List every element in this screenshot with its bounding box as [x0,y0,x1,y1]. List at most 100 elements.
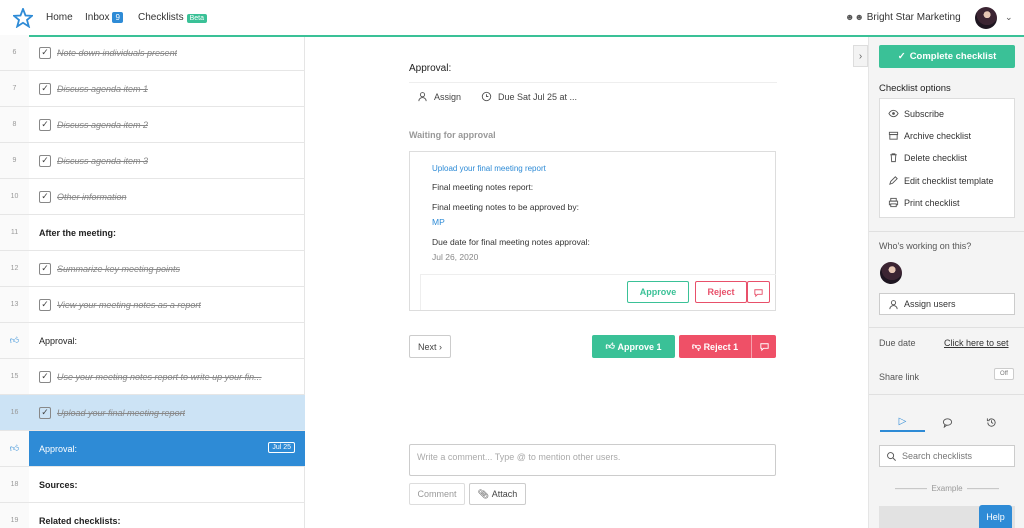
due-date-button[interactable]: Due Sat Jul 25 at ... [481,91,577,102]
task-row[interactable]: 9 ✓ Discuss agenda item 3 [0,143,305,179]
approval-field-label: Final meeting notes report: [432,182,534,192]
attach-button[interactable]: 📎︎ Attach [469,483,526,505]
assign-label: Assign [434,91,462,102]
nav-inbox-link[interactable]: Inbox 9 [85,12,123,23]
task-row[interactable]: 18 Sources: [0,467,305,503]
comment-button[interactable]: Comment [409,483,465,505]
checklist-sidebar: ✓ Complete checklist Checklist options Su… [868,37,1024,528]
divider [409,82,777,83]
task-number: 9 [0,143,29,178]
next-button[interactable]: Next › [409,335,451,358]
task-number: 11 [0,215,29,250]
task-row[interactable]: 15 ✓ Use your meeting notes report to wr… [0,359,305,395]
assignee-avatar[interactable] [880,262,902,284]
task-number: 12 [0,251,29,286]
chevron-right-icon: › [858,50,863,62]
edit-template-option[interactable]: Edit checklist template [888,175,994,186]
delete-option[interactable]: Delete checklist [888,152,967,163]
user-icon [888,299,899,310]
approve-button[interactable]: Approve [627,281,689,303]
approve-all-button[interactable]: 👍︎ Approve 1 [592,335,675,358]
task-row[interactable]: 11 After the meeting: [0,215,305,251]
checkmark-icon: ✓ [897,51,906,62]
task-checkbox[interactable]: ✓ [39,406,51,419]
task-checkbox[interactable]: ✓ [39,262,51,275]
search-checklists-input[interactable]: Search checklists [879,445,1015,467]
divider [420,274,776,275]
approval-date-value: Jul 26, 2020 [432,252,479,262]
reject-comment-button[interactable] [747,281,770,303]
task-row[interactable]: 13 ✓ View your meeting notes as a report [0,287,305,323]
reject-all-button[interactable]: 👎︎ Reject 1 [679,335,751,358]
task-label: Summarize key meeting points [57,263,181,274]
option-label: Print checklist [904,197,960,208]
task-label: Discuss agenda item 1 [57,83,149,94]
chevron-down-icon[interactable]: ⌄ [1005,12,1013,23]
option-label: Delete checklist [904,152,968,163]
task-row-approval[interactable]: 👍︎ Approval: [0,323,305,359]
reject-all-comment-button[interactable] [751,335,776,358]
task-checkbox[interactable]: ✓ [39,82,51,95]
option-label: Archive checklist [904,130,972,141]
comment-input[interactable]: Write a comment... Type @ to mention oth… [409,444,776,476]
complete-checklist-button[interactable]: ✓ Complete checklist [879,45,1015,68]
task-label: Note down individuals present [57,47,178,58]
task-checkbox[interactable]: ✓ [39,370,51,383]
task-row[interactable]: 8 ✓ Discuss agenda item 2 [0,107,305,143]
task-row[interactable]: 19 Related checklists: [0,503,305,528]
task-detail: Approval: Assign Due Sat Jul 25 at ... W… [305,37,868,528]
task-row-approval-active[interactable]: 👍︎ Approval: Jul 25 [0,431,305,467]
process-street-logo-icon[interactable] [11,6,35,29]
due-date-label: Due date [879,338,916,348]
tab-history[interactable] [969,412,1014,432]
set-due-date-link[interactable]: Click here to set [944,338,1009,348]
assign-users-button[interactable]: Assign users [879,293,1015,315]
task-label: View your meeting notes as a report [57,299,201,310]
subscribe-option[interactable]: Subscribe [888,108,944,119]
archive-option[interactable]: Archive checklist [888,130,971,141]
task-number: 18 [0,467,29,502]
working-on-heading: Who's working on this? [879,241,972,251]
user-avatar[interactable] [975,7,997,29]
task-number: 7 [0,71,29,106]
task-label: Upload your final meeting report [57,407,186,418]
tab-comments[interactable] [925,412,970,432]
trash-icon [888,152,899,163]
assign-button[interactable]: Assign [417,91,461,102]
task-checkbox[interactable]: ✓ [39,154,51,167]
tab-activity[interactable]: ▷ [880,412,925,432]
divider [869,231,1024,232]
help-button[interactable]: Help [979,505,1012,528]
top-navigation: Home Inbox 9 Checklists Beta ☻☻ Bright Sta… [0,0,1024,37]
print-option[interactable]: Print checklist [888,197,960,208]
task-label: Use your meeting notes report to write u… [57,371,262,382]
collapse-sidebar-button[interactable]: › [853,45,868,67]
nav-checklists-link[interactable]: Checklists Beta [138,12,207,23]
task-checkbox[interactable]: ✓ [39,298,51,311]
option-label: Subscribe [904,108,945,119]
task-row[interactable]: 16 ✓ Upload your final meeting report [0,395,305,431]
share-link-label: Share link [879,372,920,382]
thumbs-up-icon: 👍︎ [605,341,615,351]
nav-home-link[interactable]: Home [46,12,73,23]
task-checkbox[interactable]: ✓ [39,46,51,59]
task-row[interactable]: 10 ✓ Other information [0,179,305,215]
reject-button[interactable]: Reject [695,281,747,303]
task-checkbox[interactable]: ✓ [39,118,51,131]
chevron-right-icon: › [439,341,443,352]
search-placeholder: Search checklists [902,451,973,461]
option-label: Edit checklist template [904,175,994,186]
task-row[interactable]: 12 ✓ Summarize key meeting points [0,251,305,287]
task-row[interactable]: 6 ✓ Note down individuals present [0,35,305,71]
task-label: Discuss agenda item 3 [57,155,149,166]
nav-checklists-label: Checklists [138,12,184,23]
share-link-toggle[interactable]: Off [994,368,1014,380]
example-label: Example [931,484,963,493]
task-list: 6 ✓ Note down individuals present 7 ✓ Di… [0,35,305,528]
approval-task-link[interactable]: Upload your final meeting report [432,164,546,173]
attach-label: Attach [491,489,518,499]
task-checkbox[interactable]: ✓ [39,190,51,203]
task-row[interactable]: 7 ✓ Discuss agenda item 1 [0,71,305,107]
task-label: Approval: [39,335,78,346]
organization-switcher[interactable]: ☻☻ Bright Star Marketing [845,12,961,23]
